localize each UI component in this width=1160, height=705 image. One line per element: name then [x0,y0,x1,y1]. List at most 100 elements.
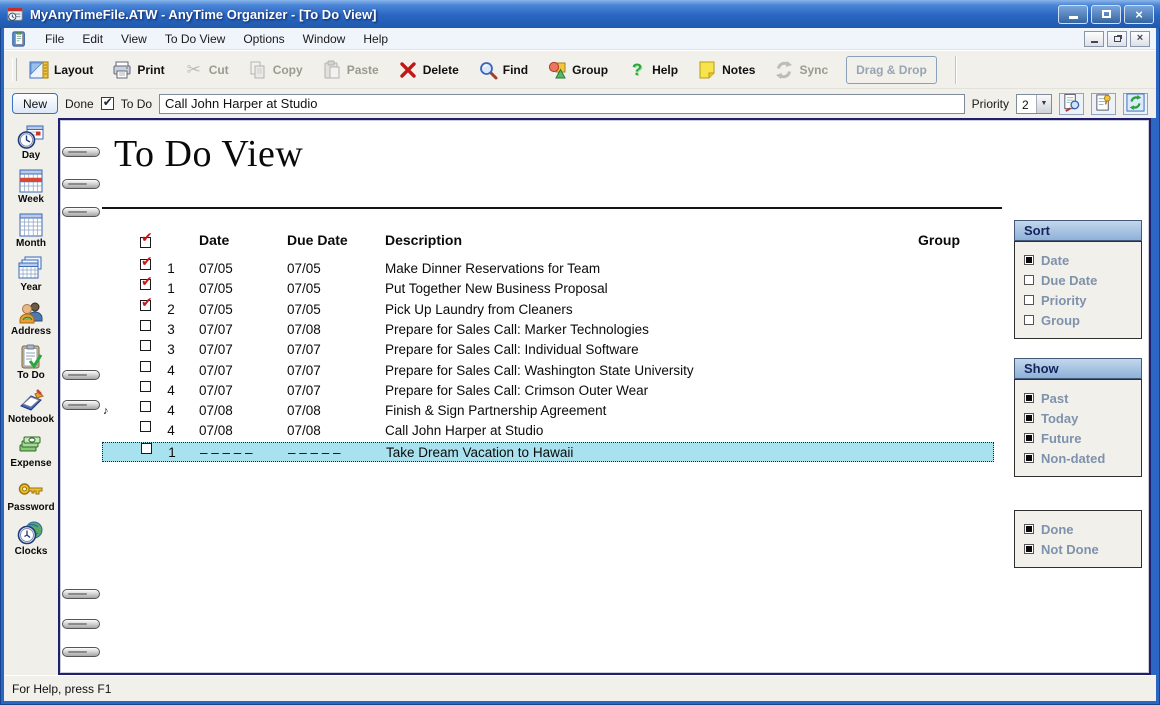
toolbar-print-button[interactable]: Print [111,60,164,80]
sidebar-label: Address [11,326,51,337]
todo-description: Put Together New Business Proposal [385,279,608,299]
toolbar-label: Paste [347,63,379,77]
sidebar-item-address[interactable]: Address [4,300,58,337]
sidebar-item-month[interactable]: Month [4,212,58,249]
priority-dropdown[interactable]: 2 ▼ [1016,94,1052,114]
attach-note-button[interactable] [1091,93,1116,115]
todo-done-checkbox[interactable] [140,361,151,372]
option-label: Date [1041,253,1069,268]
todo-checkbox[interactable]: ✔ [101,97,114,110]
todo-row[interactable]: 407/0807/08Call John Harper at Studio [102,421,994,441]
mdi-restore-button[interactable] [1107,31,1127,47]
copy-icon [247,60,269,80]
todo-done-checkbox[interactable] [140,381,151,392]
sort-option-group[interactable]: Group [1024,310,1141,330]
toolbar-layout-button[interactable]: Layout [28,60,93,80]
show-option-future[interactable]: Future [1024,428,1141,448]
todo-priority: 3 [163,340,179,360]
todo-done-checkbox[interactable]: ✔ [140,279,151,290]
sidebar-item-to-do[interactable]: To Do [4,344,58,381]
show-option-today[interactable]: Today [1024,408,1141,428]
todo-row[interactable]: 307/0707/07Prepare for Sales Call: Indiv… [102,340,994,360]
sidebar-label: To Do [17,370,45,381]
sidebar-item-year[interactable]: Year [4,256,58,293]
sidebar-label: Clocks [15,546,48,557]
todo-done-checkbox[interactable] [140,421,151,432]
show-option-past[interactable]: Past [1024,388,1141,408]
mdi-close-icon: × [1137,33,1143,44]
month-icon [17,212,45,238]
toolbar-label: Sync [799,63,828,77]
sidebar-item-expense[interactable]: Expense [4,432,58,469]
notes-icon [696,60,718,80]
task-input[interactable] [159,94,965,114]
todo-row[interactable]: ✔107/0507/05Put Together New Business Pr… [102,279,994,299]
todo-row[interactable]: ✔207/0507/05Pick Up Laundry from Cleaner… [102,300,994,320]
close-button[interactable]: × [1124,5,1154,24]
menu-window[interactable]: Window [294,30,355,48]
status-text: For Help, press F1 [12,682,111,696]
new-button[interactable]: New [12,93,58,114]
todo-row[interactable]: 407/0707/07Prepare for Sales Call: Washi… [102,361,994,381]
menu-file[interactable]: File [36,30,73,48]
todo-done-checkbox[interactable] [140,320,151,331]
print-icon [111,60,133,80]
toolbar-paste-button[interactable]: Paste [321,60,379,80]
menu-edit[interactable]: Edit [73,30,112,48]
todo-done-checkbox[interactable] [140,401,151,412]
show-option-non-dated[interactable]: Non-dated [1024,448,1141,468]
red-check-icon: ✔ [141,292,153,312]
menu-help[interactable]: Help [354,30,397,48]
done-filter-option-done[interactable]: Done [1024,519,1141,539]
todo-done-checkbox[interactable]: ✔ [140,259,151,270]
sync-now-button[interactable] [1123,93,1148,115]
todo-row[interactable]: ✔107/0507/05Make Dinner Reservations for… [102,259,994,279]
sidebar-label: Expense [10,458,51,469]
menu-to-do-view[interactable]: To Do View [156,30,234,48]
todo-done-checkbox[interactable] [141,443,152,454]
todo-row[interactable]: 407/0707/07Prepare for Sales Call: Crims… [102,381,994,401]
done-filter-option-not-done[interactable]: Not Done [1024,539,1141,559]
toolbar-find-button[interactable]: Find [477,60,528,80]
sidebar-item-day[interactable]: Day [4,124,58,161]
sidebar-item-password[interactable]: Password [4,476,58,513]
minimize-button[interactable] [1058,5,1088,24]
sync-icon [773,60,795,80]
menu-options[interactable]: Options [234,30,293,48]
sort-option-priority[interactable]: Priority [1024,290,1141,310]
menu-view[interactable]: View [112,30,156,48]
mdi-close-button[interactable]: × [1130,31,1150,47]
toolbar-help-button[interactable]: ?Help [626,60,678,80]
detail-view-button[interactable] [1059,93,1084,115]
mdi-window-controls: × [1084,31,1150,47]
sort-option-due-date[interactable]: Due Date [1024,270,1141,290]
toolbar-label: Group [572,63,608,77]
toolbar-label: Notes [722,63,755,77]
sidebar-item-clocks[interactable]: Clocks [4,520,58,557]
sidebar-item-notebook[interactable]: Notebook [4,388,58,425]
todo-row[interactable]: ♪407/0807/08Finish & Sign Partnership Ag… [102,401,994,421]
todo-done-checkbox[interactable] [140,340,151,351]
sidebar-label: Password [7,502,54,513]
option-label: Non-dated [1041,451,1105,466]
toolbar-group-button[interactable]: Group [546,60,608,80]
toolbar-notes-button[interactable]: Notes [696,60,755,80]
toolbar-cut-button[interactable]: ✂Cut [183,60,229,80]
checkbox-icon [1024,275,1034,285]
menu-items: FileEditViewTo Do ViewOptionsWindowHelp [36,30,397,48]
drag-drop-button[interactable]: Drag & Drop [846,56,937,84]
todo-due-date: 07/08 [287,401,321,421]
toolbar-sync-button[interactable]: Sync [773,60,828,80]
sidebar-item-week[interactable]: Week [4,168,58,205]
todo-row[interactable]: 1– – – – –– – – – –Take Dream Vacation t… [102,442,994,462]
todo-done-checkbox[interactable]: ✔ [140,300,151,311]
maximize-button[interactable] [1091,5,1121,24]
column-header-date: Date [199,232,229,248]
layout-icon [28,60,50,80]
toolbar-delete-button[interactable]: Delete [397,60,459,80]
mdi-minimize-button[interactable] [1084,31,1104,47]
todo-row[interactable]: 307/0707/08Prepare for Sales Call: Marke… [102,320,994,340]
sort-option-date[interactable]: Date [1024,250,1141,270]
entry-bar: New Done ✔ To Do Priority 2 ▼ [4,88,1156,118]
toolbar-copy-button[interactable]: Copy [247,60,303,80]
